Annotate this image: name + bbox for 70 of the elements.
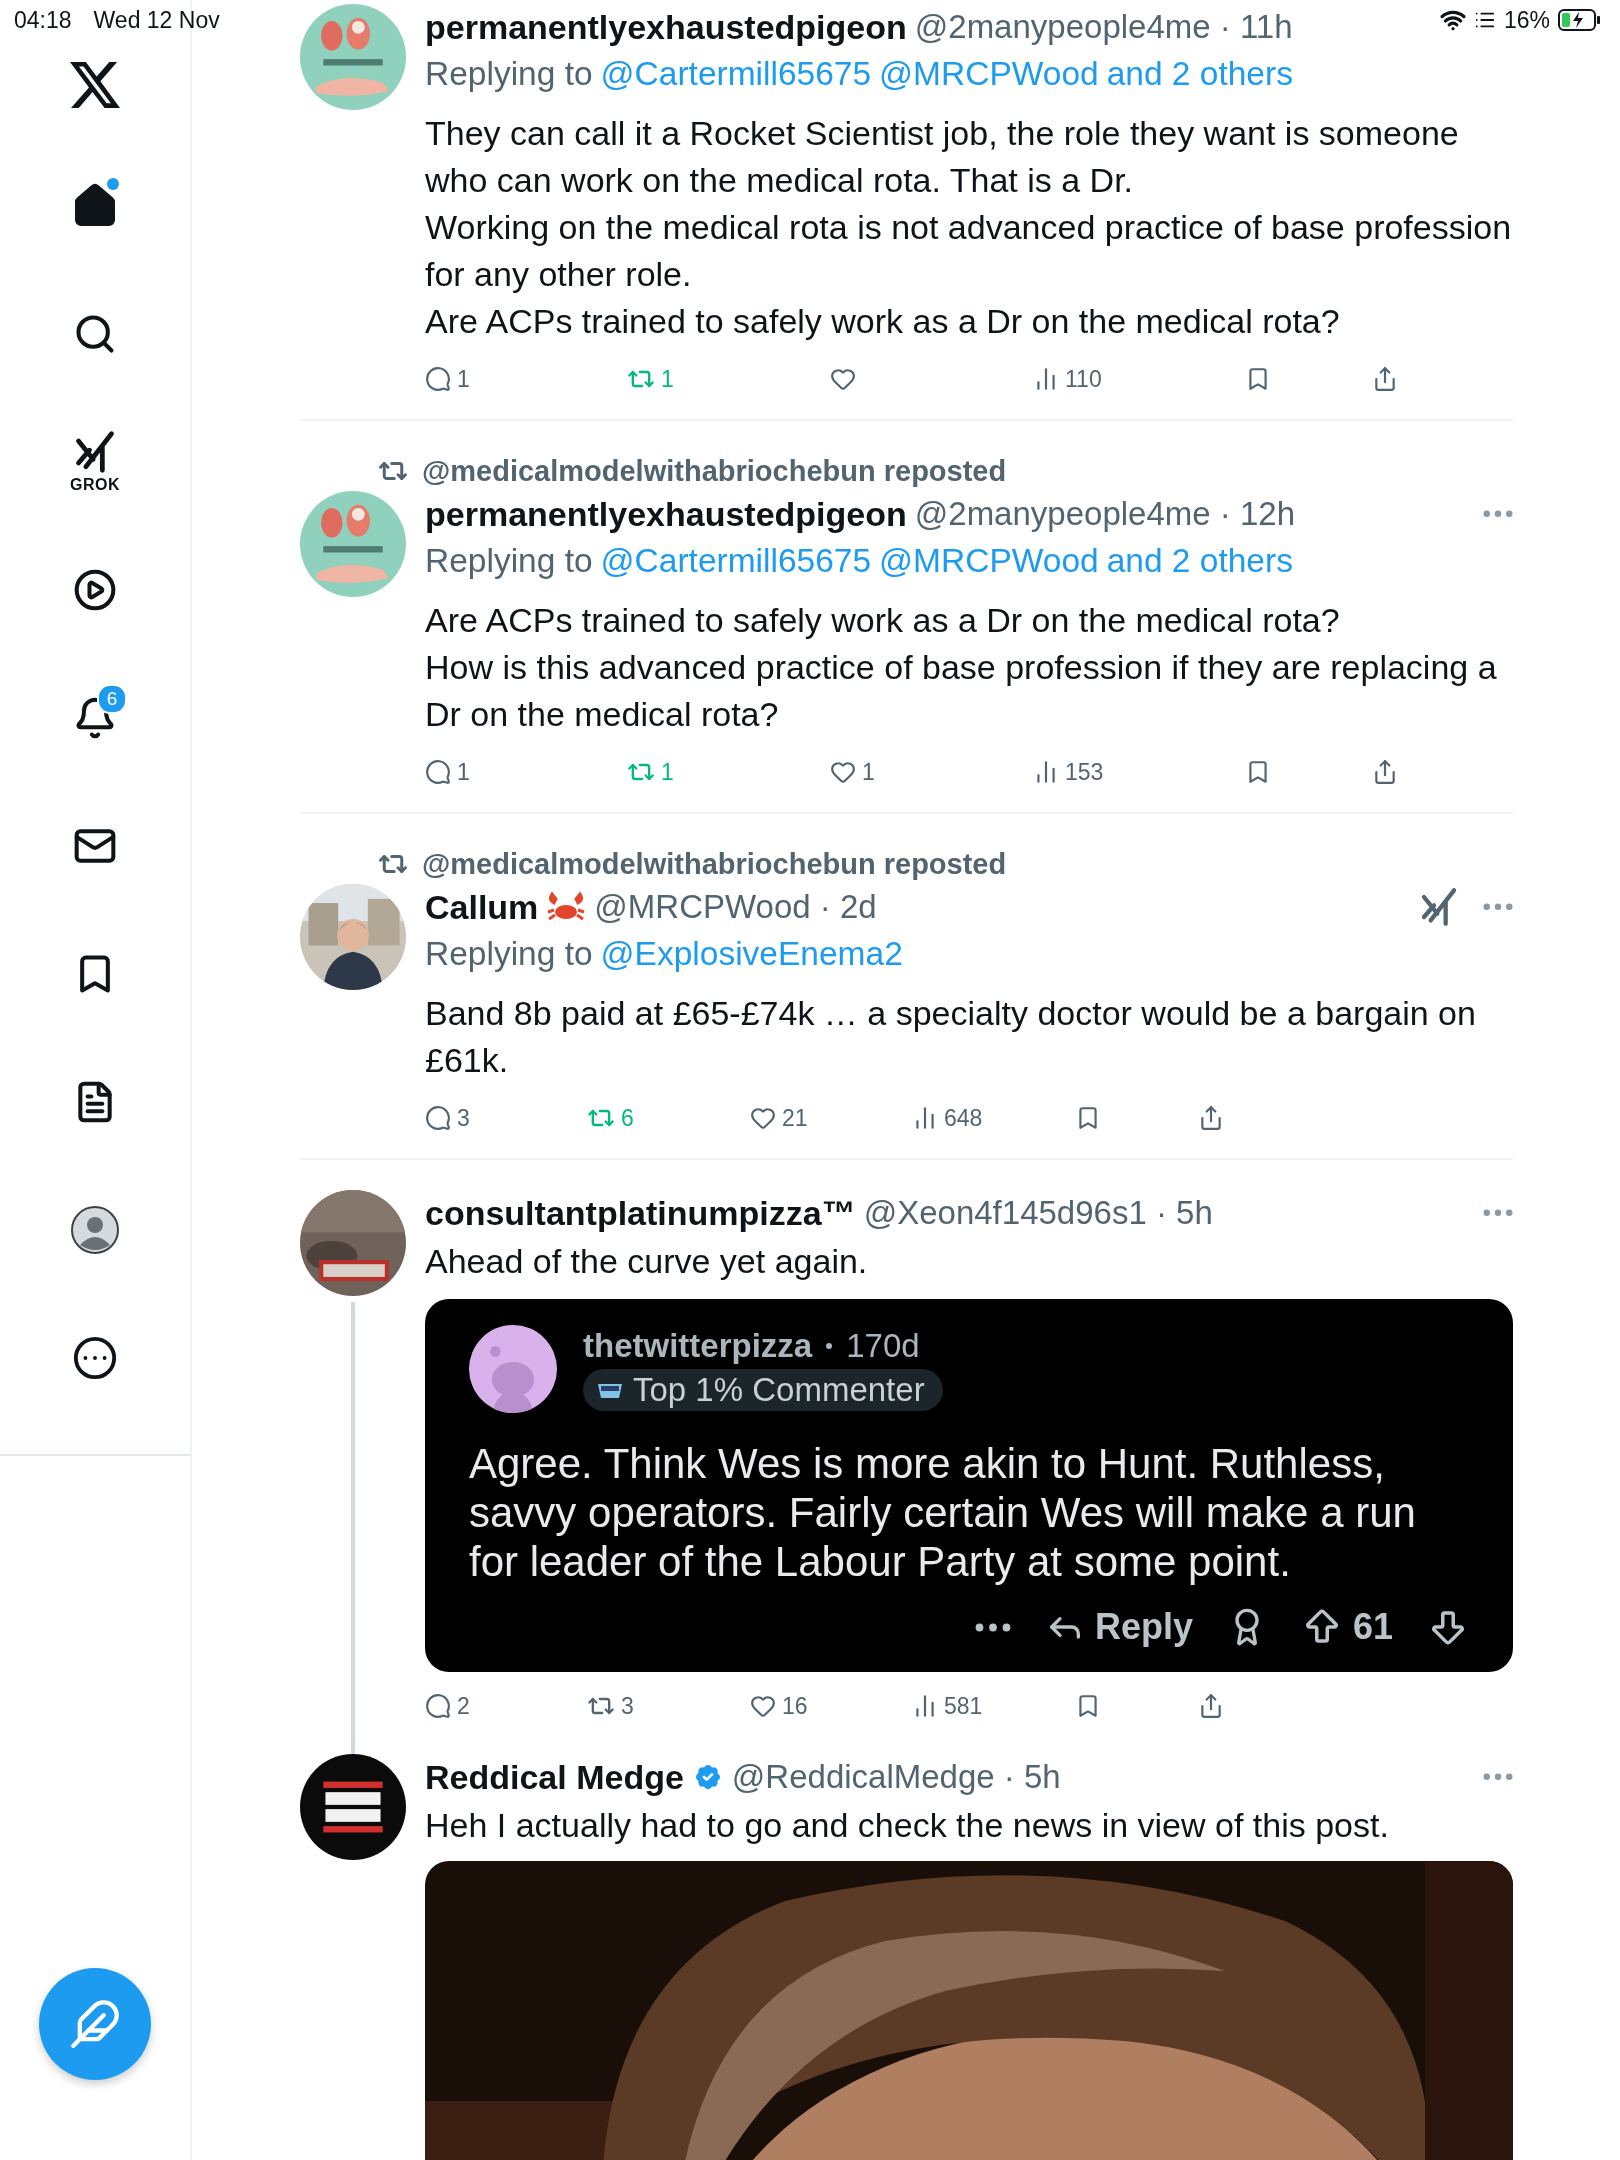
- share-icon: [1198, 1105, 1224, 1131]
- reply-button[interactable]: 2: [425, 1692, 587, 1720]
- tweet-text: Working on the medical rota is not advanced practice of base profession for any other role.: [425, 207, 1513, 295]
- notification-badge: 6: [97, 684, 127, 714]
- profile-avatar-icon: [70, 1205, 120, 1255]
- heart-icon: [830, 759, 856, 785]
- like-button[interactable]: 1: [830, 758, 1033, 786]
- handle-and-time: @ReddicalMedge · 5h: [731, 1758, 1061, 1796]
- heart-icon: [750, 1693, 776, 1719]
- author-name[interactable]: Reddical Medge: [425, 1757, 684, 1797]
- reply-button[interactable]: 3: [425, 1104, 587, 1132]
- speech-bubble-icon: [425, 366, 451, 392]
- comment-username: thetwitterpizza: [583, 1327, 813, 1365]
- author-name[interactable]: consultantplatinumpizza™: [425, 1193, 856, 1233]
- share-icon: [1372, 759, 1398, 785]
- heart-icon: [830, 366, 856, 392]
- like-button[interactable]: 16: [750, 1692, 912, 1720]
- more-icon: [72, 1335, 118, 1381]
- handle-and-time: @2manypeople4me · 11h: [914, 8, 1293, 46]
- battery-percent: 16%: [1503, 6, 1550, 34]
- tweet-text: How is this advanced practice of base profession if they are replacing a Dr on the medical rota?: [425, 647, 1498, 735]
- speech-bubble-icon: [425, 1693, 451, 1719]
- more-icon[interactable]: [974, 1622, 1011, 1632]
- tweet-text: Heh I actually had to go and check the news in view of this post.: [425, 1805, 1390, 1846]
- battery-charging-icon: [1558, 8, 1602, 32]
- comment-age: 170d: [846, 1327, 920, 1365]
- compose-button[interactable]: [39, 1968, 151, 2080]
- speech-bubble-icon: [425, 759, 451, 785]
- handle-and-time: @2manypeople4me · 12h: [914, 495, 1295, 533]
- like-button[interactable]: 21: [750, 1104, 912, 1132]
- reply-button[interactable]: Reply: [1044, 1606, 1193, 1648]
- speech-bubble-icon: [425, 1105, 451, 1131]
- grok-button-icon[interactable]: [1419, 887, 1459, 927]
- grok-tab[interactable]: GROK: [53, 420, 137, 504]
- grok-icon: [73, 430, 117, 474]
- replying-label: Replying to: [425, 934, 593, 974]
- upvote-button[interactable]: 61: [1300, 1606, 1393, 1648]
- tweet-text: Are ACPs trained to safely work as a Dr on the medical rota?: [425, 301, 1341, 342]
- replying-label: Replying to: [425, 541, 593, 581]
- reply-button[interactable]: 1: [425, 758, 627, 786]
- author-name[interactable]: permanentlyexhaustedpigeon: [425, 494, 907, 534]
- author-name[interactable]: Callum: [425, 887, 539, 927]
- handle-and-time: @MRCPWood · 2d: [594, 888, 877, 926]
- play-icon: [73, 568, 117, 612]
- views-button[interactable]: 153: [1033, 758, 1245, 786]
- status-date: Wed 12 Nov: [93, 6, 220, 33]
- reply-button[interactable]: 1: [425, 365, 627, 393]
- separator-dot: [826, 1343, 833, 1349]
- repost-label: @medicalmodelwithabriochebun reposted: [422, 454, 1007, 488]
- tweet-text: Are ACPs trained to safely work as a Dr on the medical rota?: [425, 600, 1341, 641]
- tweet-text: Ahead of the curve yet again.: [425, 1241, 869, 1282]
- share-icon: [1198, 1693, 1224, 1719]
- repost-button[interactable]: 3: [587, 1692, 750, 1720]
- heart-icon: [750, 1105, 776, 1131]
- comment-text: Agree. Think Wes is more akin to Hunt. Ruthless, savvy operators. Fairly certain Wes will make a run for leader of the Labour Party at some point.: [469, 1439, 1417, 1586]
- views-button[interactable]: 581: [912, 1692, 1075, 1720]
- status-time: 04:18: [14, 6, 72, 33]
- search-icon: [73, 312, 117, 356]
- views-button[interactable]: 648: [912, 1104, 1075, 1132]
- author-name[interactable]: permanentlyexhaustedpigeon: [425, 7, 907, 47]
- handle-and-time: @Xeon4f145d96s1 · 5h: [863, 1194, 1213, 1232]
- commenter-label: Top 1% Commenter: [633, 1371, 925, 1409]
- tweet-text: They can call it a Rocket Scientist job, the role they want is someone who can work on the medical rota. That is a Dr.: [425, 113, 1460, 201]
- repost-label: @medicalmodelwithabriochebun reposted: [422, 847, 1007, 881]
- share-icon: [1372, 366, 1398, 392]
- replying-label: Replying to: [425, 54, 593, 94]
- x-logo-icon[interactable]: [70, 62, 120, 108]
- tweet-text: Band 8b paid at £65-£74k … a specialty doctor would be a bargain on £61k.: [425, 993, 1477, 1081]
- views-button[interactable]: 110: [1033, 365, 1245, 393]
- grok-label: GROK: [70, 476, 120, 494]
